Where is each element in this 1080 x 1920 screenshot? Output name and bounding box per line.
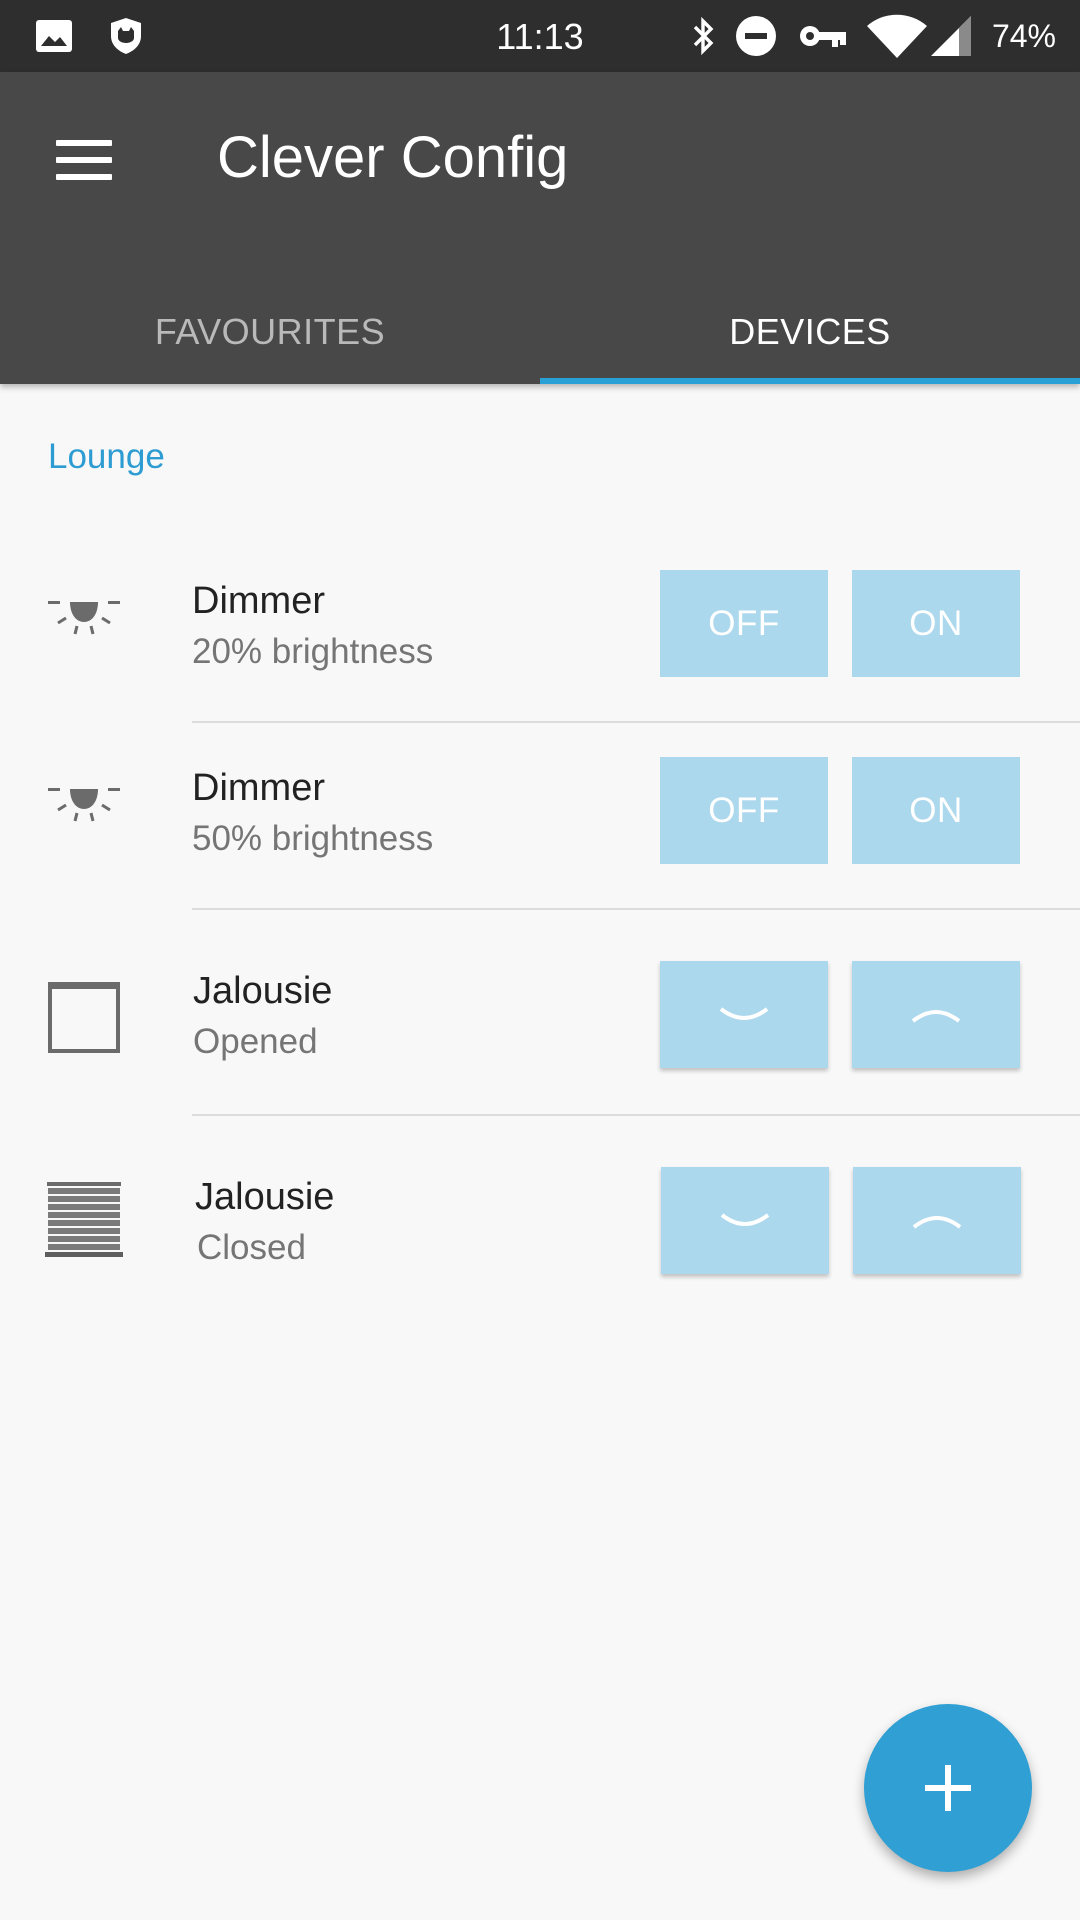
device-row-dimmer-1: Dimmer 20% brightness OFF ON — [0, 570, 1080, 722]
signal-icon — [928, 16, 974, 56]
device-row-dimmer-2: Dimmer 50% brightness OFF ON — [0, 757, 1080, 909]
chevron-up-icon — [911, 1009, 961, 1023]
add-device-fab[interactable] — [864, 1704, 1032, 1872]
dimmer-light-icon — [44, 761, 124, 841]
tab-devices[interactable]: DEVICES — [540, 280, 1080, 384]
dimmer-light-icon — [44, 574, 124, 654]
status-bar: 11:13 74% — [0, 0, 1080, 72]
app-title: Clever Config — [217, 125, 569, 190]
bluetooth-icon — [690, 16, 718, 56]
hamburger-menu-icon[interactable] — [40, 116, 128, 204]
device-row-jalousie-opened: Jalousie Opened — [0, 960, 1080, 1112]
device-row-jalousie-closed: Jalousie Closed — [0, 1166, 1080, 1318]
device-name: Dimmer — [192, 767, 325, 809]
row-divider — [192, 721, 1080, 723]
on-button[interactable]: ON — [852, 570, 1020, 677]
on-button[interactable]: ON — [852, 757, 1020, 864]
battery-percentage: 74% — [991, 18, 1056, 54]
blind-down-button[interactable] — [661, 1167, 829, 1274]
off-button[interactable]: OFF — [660, 570, 828, 677]
blind-up-button[interactable] — [852, 961, 1020, 1068]
row-divider — [192, 1114, 1080, 1116]
off-button[interactable]: OFF — [660, 757, 828, 864]
device-status: Closed — [197, 1228, 306, 1267]
section-title-lounge: Lounge — [48, 437, 165, 476]
device-status: 50% brightness — [192, 819, 434, 858]
tab-indicator — [540, 378, 1080, 384]
do-not-disturb-icon — [734, 16, 778, 56]
tab-favourites[interactable]: FAVOURITES — [0, 280, 540, 384]
device-status: Opened — [193, 1022, 318, 1061]
wifi-icon — [866, 14, 928, 58]
row-divider — [192, 908, 1080, 910]
vpn-key-icon — [798, 16, 848, 56]
jalousie-closed-icon — [44, 1180, 124, 1260]
device-name: Jalousie — [193, 970, 333, 1012]
device-name: Dimmer — [192, 580, 325, 622]
blind-down-button[interactable] — [660, 961, 828, 1068]
device-status: 20% brightness — [192, 632, 434, 671]
add-icon — [925, 1765, 971, 1811]
blind-up-button[interactable] — [853, 1167, 1021, 1274]
chevron-up-icon — [912, 1215, 962, 1229]
device-name: Jalousie — [195, 1176, 335, 1218]
chevron-down-icon — [719, 1006, 769, 1020]
jalousie-open-icon — [44, 978, 124, 1058]
app-bar: Clever Config FAVOURITES DEVICES — [0, 72, 1080, 384]
chevron-down-icon — [720, 1212, 770, 1226]
